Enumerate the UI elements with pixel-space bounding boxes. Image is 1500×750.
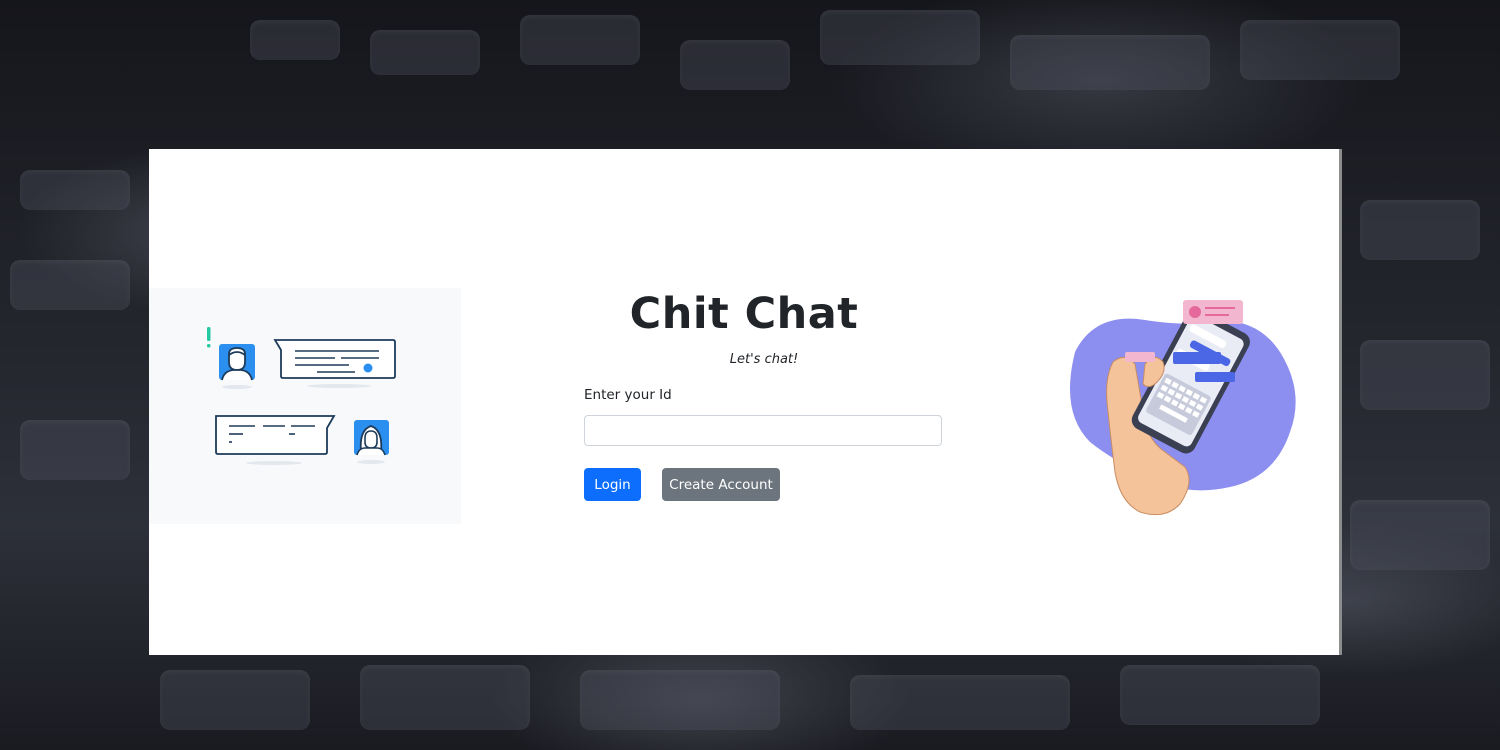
user-id-input[interactable] xyxy=(584,415,942,446)
phone-chat-illustration xyxy=(1055,292,1305,522)
create-account-button[interactable]: Create Account xyxy=(662,468,780,501)
login-card: Chit Chat Let's chat! Enter your Id Logi… xyxy=(149,149,1342,655)
form-actions: Login Create Account xyxy=(584,468,944,501)
login-button[interactable]: Login xyxy=(584,468,641,501)
login-form: Enter your Id Login Create Account xyxy=(584,387,944,501)
id-field-label: Enter your Id xyxy=(584,387,672,403)
